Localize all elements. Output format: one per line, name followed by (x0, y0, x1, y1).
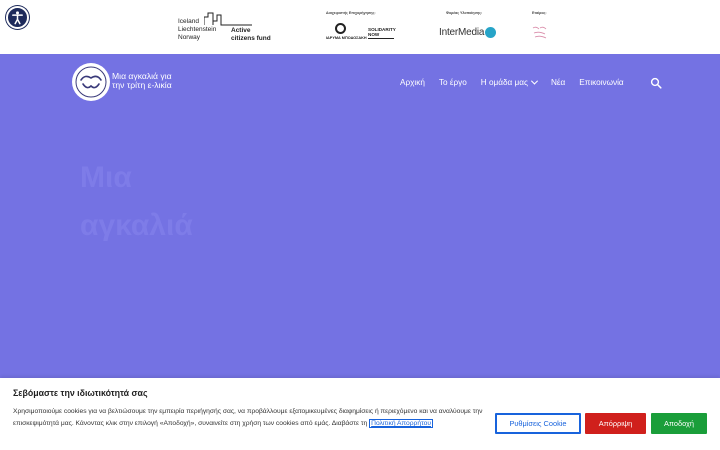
nav-news[interactable]: Νέα (551, 78, 565, 87)
cookie-title: Σεβόμαστε την ιδιωτικότητά σας (13, 388, 148, 398)
site-title[interactable]: Μια αγκαλιά για την τρίτη ε-λικία (112, 72, 182, 90)
hero-heading: Μια αγκαλιά (80, 161, 193, 242)
bodossaki-emblem-icon (335, 23, 346, 34)
cookie-text: Χρησιμοποιούμε cookies για να βελτιώσουμ… (13, 408, 483, 428)
partner-emblem-icon (532, 26, 547, 39)
cookie-settings-button[interactable]: Ρυθμίσεις Cookie (495, 413, 581, 434)
implementer-label: Φορέας Υλοποίησης: (446, 11, 483, 15)
accessibility-icon (12, 11, 23, 25)
main-nav: Αρχική Το έργο Η ομάδα μας Νέα Επικοινων… (400, 76, 638, 88)
accept-button[interactable]: Αποδοχή (651, 413, 707, 434)
fund-line2: citizens fund (231, 35, 271, 42)
nav-home[interactable]: Αρχική (400, 78, 425, 87)
intermedia-text: InterMedia (439, 26, 485, 38)
reject-button[interactable]: Απόρριψη (585, 413, 646, 434)
bodossaki-text: ΙΔΡΥΜΑ ΜΠΟΔΟΣΑΚΗ (326, 36, 367, 40)
nav-project[interactable]: Το έργο (439, 78, 467, 87)
privacy-policy-link[interactable]: Πολιτική Απορρήτου (369, 419, 434, 428)
hug-logo-icon (75, 66, 107, 98)
country-liechtenstein: Liechtenstein (178, 26, 217, 33)
intermedia-logo: InterMedia (439, 24, 497, 40)
solidarity-text: SOLIDARITY NOW (368, 27, 396, 37)
intermedia-globe-icon (485, 26, 497, 38)
fund-line1: Active (231, 27, 251, 34)
active-citizens-fund-logo: Iceland Liechtenstein Norway Active citi… (178, 10, 274, 44)
partner-logo (531, 25, 549, 41)
site-logo[interactable] (72, 63, 110, 101)
bodossaki-logo: ΙΔΡΥΜΑ ΜΠΟΔΟΣΑΚΗ (326, 23, 367, 45)
search-button[interactable] (650, 76, 662, 89)
nav-contact[interactable]: Επικοινωνία (579, 78, 623, 87)
search-icon (650, 77, 662, 89)
solidarity-now-logo: SOLIDARITY NOW (368, 27, 398, 43)
chevron-down-icon (530, 77, 538, 85)
management-label: Διαχειριστής Επιχορήγησης: (326, 11, 376, 15)
partner-label: Εταίρος: (532, 11, 547, 15)
cookie-banner: Σεβόμαστε την ιδιωτικότητά σας Χρησιμοπο… (0, 378, 720, 450)
nav-team[interactable]: Η ομάδα μας (481, 77, 538, 87)
country-iceland: Iceland (178, 18, 199, 25)
sponsor-bar: Iceland Liechtenstein Norway Active citi… (0, 0, 720, 54)
accessibility-button[interactable] (6, 6, 29, 29)
country-norway: Norway (178, 34, 201, 41)
